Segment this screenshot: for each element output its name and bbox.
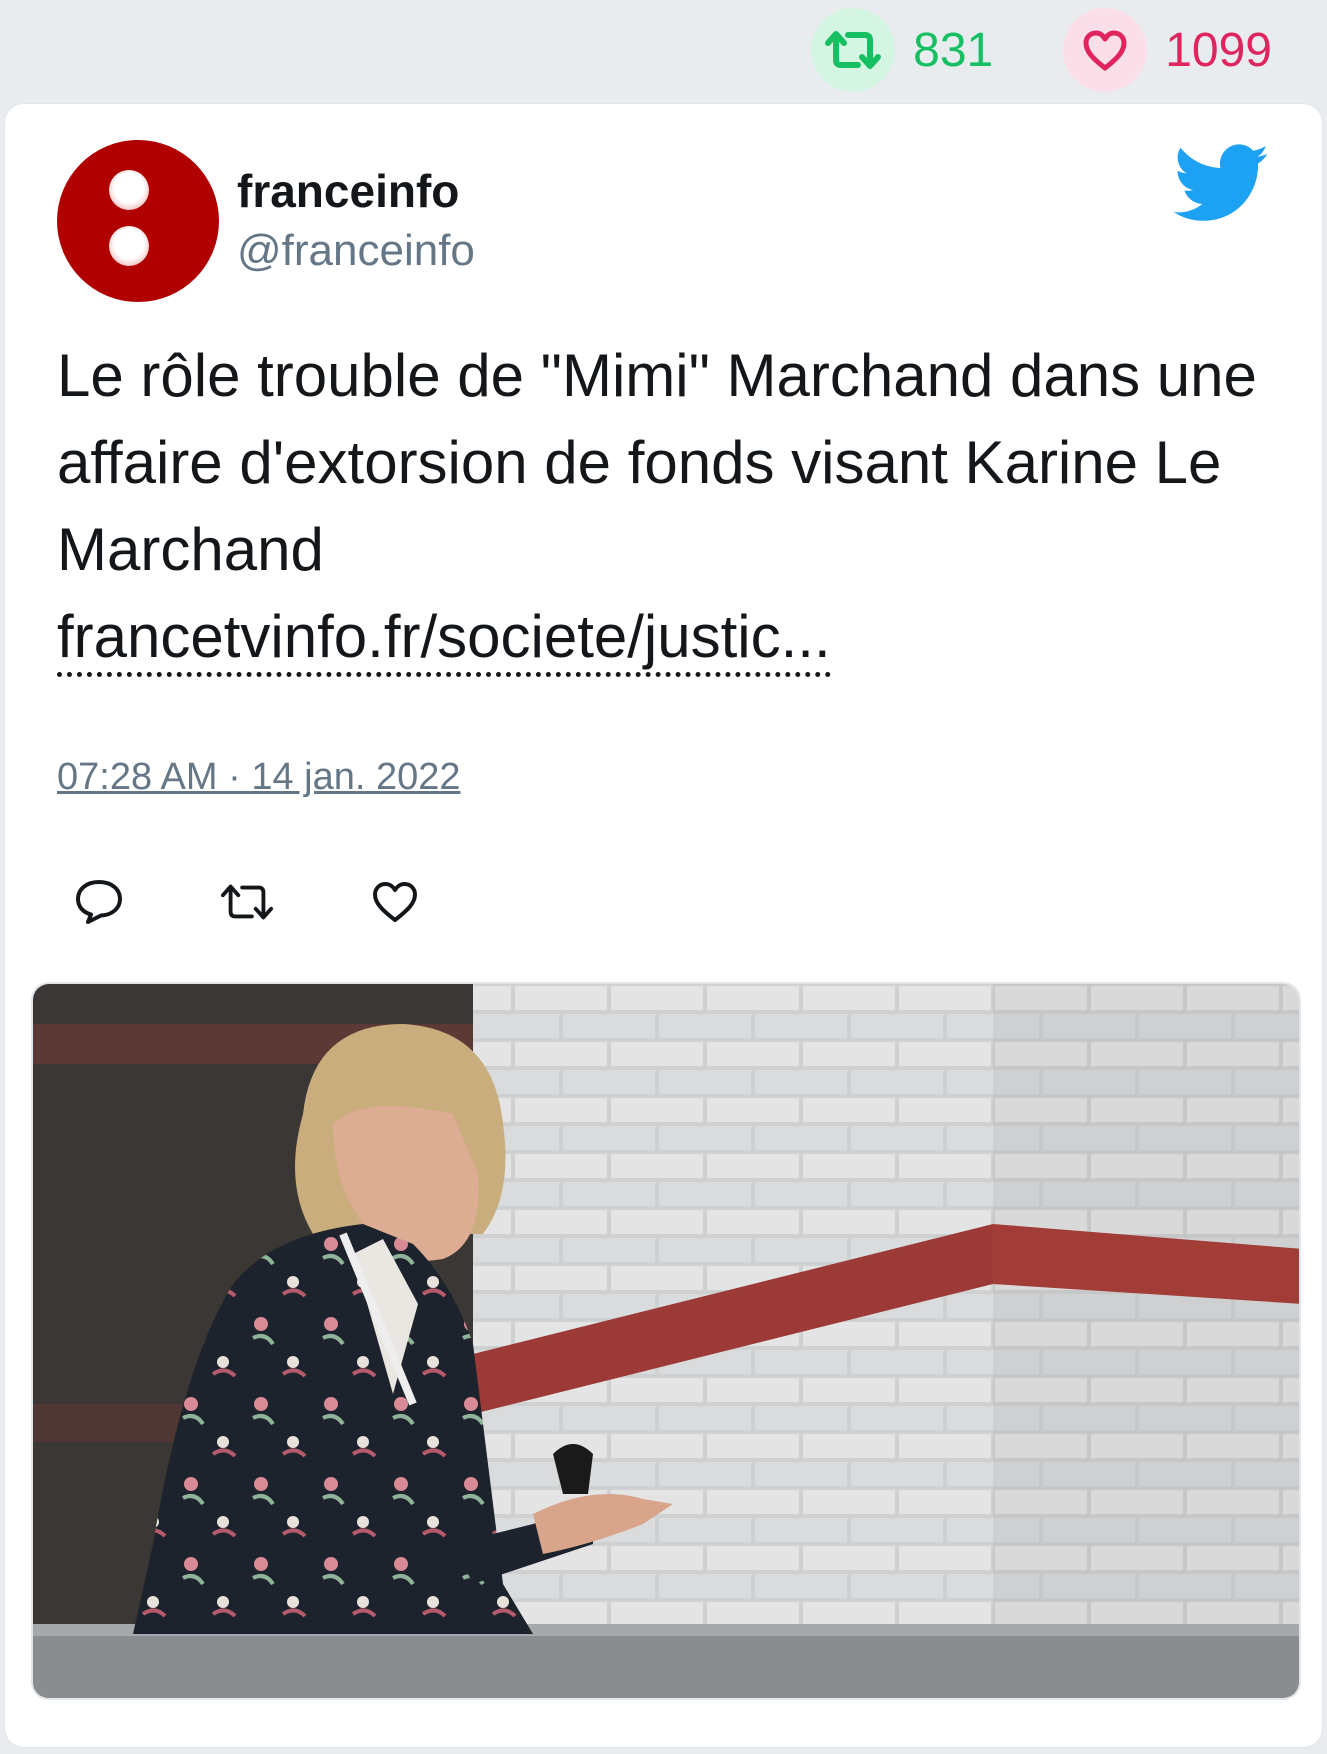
retweet-count: 831 — [913, 23, 994, 77]
like-stat[interactable]: 1099 — [1063, 8, 1272, 92]
retweet-icon — [825, 31, 882, 69]
retweet-stat[interactable]: 831 — [811, 8, 993, 92]
tweet-actions — [71, 874, 423, 930]
retweet-button[interactable] — [219, 874, 275, 930]
author-name[interactable]: franceinfo — [237, 164, 459, 218]
retweet-icon — [220, 884, 274, 920]
like-count: 1099 — [1165, 23, 1272, 77]
twitter-bird-icon[interactable] — [1173, 144, 1271, 224]
reply-button[interactable] — [71, 874, 127, 930]
like-stat-icon-circle — [1063, 8, 1148, 92]
tweet-text: Le rôle trouble de "Mimi" Marchand dans … — [57, 332, 1287, 680]
tweet-timestamp[interactable]: 07:28 AM · 14 jan. 2022 — [57, 756, 461, 799]
tweet-body: Le rôle trouble de "Mimi" Marchand dans … — [57, 342, 1257, 583]
tweet-link[interactable]: francetvinfo.fr/societe/justic... — [57, 602, 831, 677]
avatar[interactable] — [57, 140, 219, 302]
reply-icon — [76, 880, 122, 924]
heart-icon — [1083, 30, 1127, 71]
avatar-dot-top — [109, 170, 149, 210]
avatar-dot-bottom — [109, 226, 149, 266]
heart-icon — [373, 882, 417, 922]
engagement-stats: 831 1099 — [0, 0, 1327, 100]
tweet-media-photo[interactable] — [31, 982, 1301, 1700]
retweet-stat-icon-circle — [811, 8, 896, 92]
tweet-card: franceinfo @franceinfo Le rôle trouble d… — [4, 103, 1323, 1748]
photo-image — [33, 984, 1299, 1698]
like-button[interactable] — [367, 874, 423, 930]
author-handle[interactable]: @franceinfo — [237, 226, 475, 276]
